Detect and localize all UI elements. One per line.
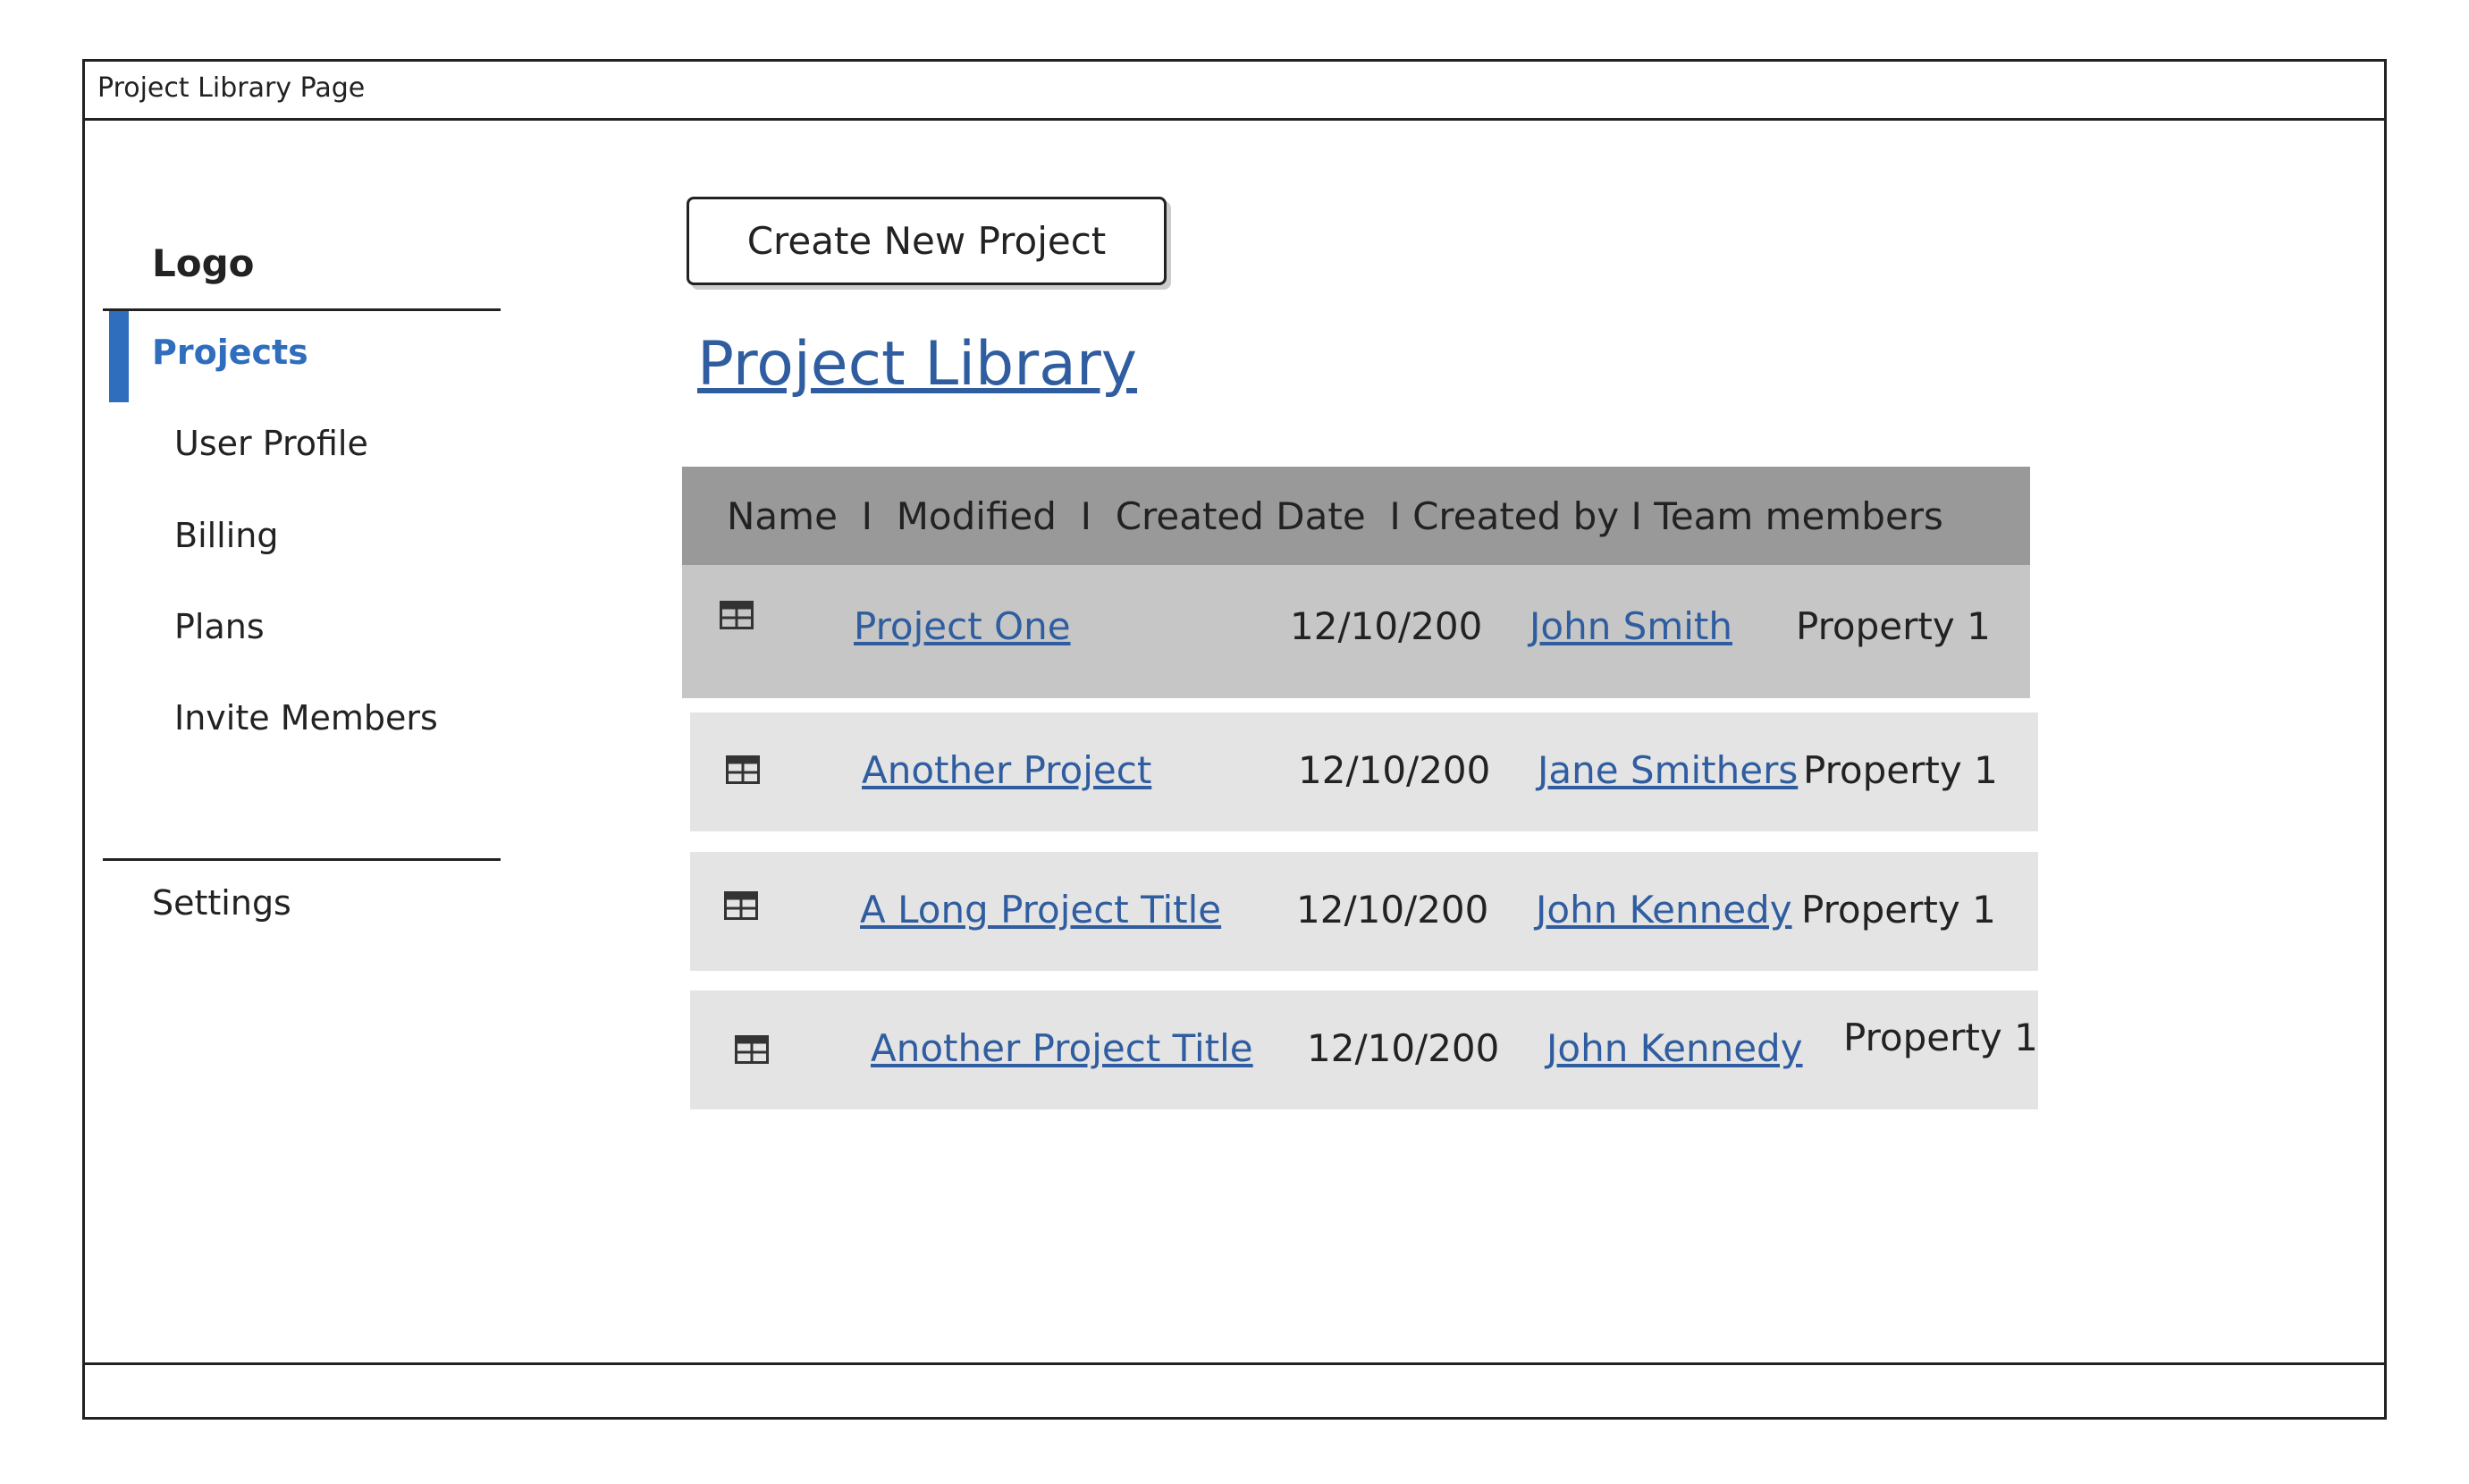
create-new-project-button[interactable]: Create New Project	[687, 197, 1167, 285]
table-row[interactable]: Another Project Title 12/10/200 John Ken…	[690, 991, 2038, 1109]
title-bar: Project Library Page	[85, 62, 2384, 121]
sidebar-item-billing[interactable]: Billing	[174, 516, 279, 555]
active-indicator	[109, 311, 129, 402]
created-date: 12/10/200	[1298, 748, 1491, 792]
table-row[interactable]: Another Project 12/10/200 Jane Smithers …	[690, 712, 2038, 831]
sidebar-item-plans[interactable]: Plans	[174, 607, 265, 646]
team-members: Property 1	[1801, 888, 1996, 932]
table-icon[interactable]	[720, 601, 754, 629]
sidebar-item-invite-members[interactable]: Invite Members	[174, 698, 438, 738]
sidebar-divider-bottom	[103, 858, 501, 861]
footer-divider	[85, 1362, 2384, 1365]
table-row[interactable]: Project One 12/10/200 John Smith Propert…	[682, 565, 2030, 698]
team-members: Property 1	[1843, 1016, 2038, 1059]
team-members: Property 1	[1796, 604, 1991, 648]
table-icon[interactable]	[724, 891, 758, 920]
sidebar-divider-top	[103, 308, 501, 311]
sidebar-item-user-profile[interactable]: User Profile	[174, 424, 368, 463]
created-date: 12/10/200	[1307, 1026, 1500, 1070]
created-date: 12/10/200	[1296, 888, 1489, 932]
created-by-link[interactable]: John Kennedy	[1536, 888, 1792, 932]
created-by-link[interactable]: John Kennedy	[1546, 1026, 1803, 1070]
table-icon[interactable]	[735, 1035, 769, 1064]
project-name-link[interactable]: A Long Project Title	[860, 888, 1221, 932]
window-title: Project Library Page	[97, 72, 366, 104]
sidebar-item-projects[interactable]: Projects	[152, 333, 308, 372]
page-title[interactable]: Project Library	[697, 329, 1137, 400]
sidebar-item-settings[interactable]: Settings	[152, 883, 291, 923]
project-name-link[interactable]: Another Project Title	[871, 1026, 1253, 1070]
team-members: Property 1	[1803, 748, 1998, 792]
logo: Logo	[152, 241, 255, 285]
table-icon[interactable]	[726, 755, 760, 784]
project-name-link[interactable]: Another Project	[862, 748, 1151, 792]
project-name-link[interactable]: Project One	[854, 604, 1071, 648]
created-date: 12/10/200	[1290, 604, 1483, 648]
table-header: Name I Modified I Created Date I Created…	[682, 467, 2030, 565]
created-by-link[interactable]: John Smith	[1529, 604, 1732, 648]
created-by-link[interactable]: Jane Smithers	[1538, 748, 1798, 792]
table-row[interactable]: A Long Project Title 12/10/200 John Kenn…	[690, 852, 2038, 971]
